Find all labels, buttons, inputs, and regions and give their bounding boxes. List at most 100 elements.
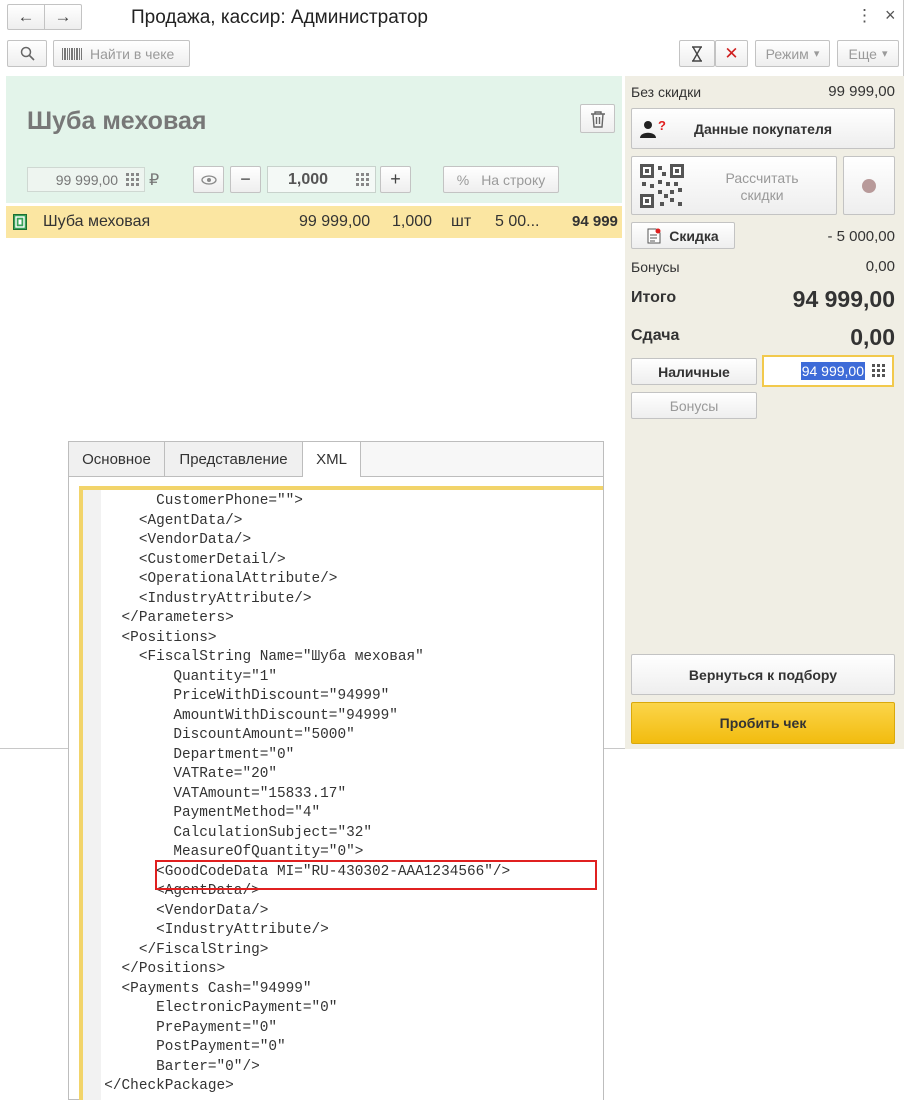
- total-label: Итого: [631, 289, 677, 306]
- cash-label: Наличные: [658, 363, 730, 380]
- xml-line: <OperationalAttribute/>: [87, 571, 338, 587]
- xml-line: Barter="0"/>: [87, 1058, 260, 1075]
- bonuses-label: Бонусы: [631, 259, 680, 275]
- xml-line: CalculationSubject="32": [87, 824, 372, 841]
- cancel-receipt-button[interactable]: ✕: [715, 40, 748, 67]
- eye-icon: [200, 174, 217, 185]
- no-discount-label: Без скидки: [631, 84, 702, 100]
- xml-line: VATAmount="15833.17": [87, 785, 347, 802]
- xml-line: </FiscalString>: [87, 941, 269, 958]
- xml-line: DiscountAmount="5000": [87, 727, 355, 743]
- increase-quantity-button[interactable]: +: [380, 166, 411, 193]
- discount-value: - 5 000,00: [827, 228, 895, 245]
- customer-data-label: Данные покупателя: [693, 120, 833, 137]
- tab-xml-label: XML: [316, 451, 347, 468]
- arrow-right-icon: →: [54, 7, 72, 26]
- xml-line: </CheckPackage>: [87, 1078, 234, 1094]
- row-quantity: 1,000: [392, 213, 433, 230]
- delete-line-button[interactable]: [580, 104, 615, 133]
- change-label: Сдача: [631, 327, 680, 344]
- xml-line: <Payments Cash="94999": [87, 980, 312, 997]
- xml-line: </Positions>: [87, 961, 226, 977]
- keypad-icon[interactable]: [872, 364, 886, 378]
- price-field[interactable]: 99 999,00: [27, 167, 145, 192]
- forward-button[interactable]: →: [44, 4, 82, 30]
- discount-button[interactable]: Скидка: [631, 222, 735, 249]
- xml-code: CustomerPhone=""> <AgentData/> <VendorDa…: [87, 490, 583, 1100]
- cash-payment-button[interactable]: Наличные: [631, 358, 757, 385]
- xml-line: ElectronicPayment="0": [87, 1000, 338, 1016]
- table-row[interactable]: Шуба меховая 99 999,00 1,000 шт 5 00... …: [6, 206, 622, 238]
- barcode-icon: [62, 47, 82, 60]
- print-receipt-label: Пробить чек: [719, 715, 807, 731]
- print-receipt-button[interactable]: Пробить чек: [631, 702, 895, 744]
- more-label: Еще: [848, 45, 877, 62]
- decrease-quantity-button[interactable]: −: [230, 166, 261, 193]
- hourglass-icon: [692, 45, 702, 62]
- highlight-frame: [155, 860, 597, 890]
- tab-main-label: Основное: [82, 450, 151, 468]
- xml-line: Quantity="1": [87, 668, 277, 685]
- discount-label: Скидка: [669, 227, 719, 244]
- xml-line: <FiscalString Name="Шуба меховая": [87, 649, 424, 665]
- view-toggle-button[interactable]: [193, 166, 224, 193]
- cash-amount-value: 94 999,00: [800, 362, 865, 380]
- cash-amount-input[interactable]: 94 999,00: [762, 355, 894, 387]
- keypad-icon[interactable]: [356, 173, 370, 187]
- xml-line: <VendorData/>: [87, 902, 269, 919]
- row-discount: 5 00...: [495, 213, 540, 230]
- close-icon[interactable]: ×: [885, 5, 896, 26]
- bonuses-payment-button[interactable]: Бонусы: [631, 392, 757, 419]
- tab-presentation-label: Представление: [179, 450, 288, 468]
- tab-main[interactable]: Основное: [69, 442, 165, 476]
- no-discount-value: 99 999,00: [828, 83, 895, 100]
- tab-presentation[interactable]: Представление: [165, 442, 303, 476]
- back-button[interactable]: ←: [7, 4, 45, 30]
- back-to-selection-button[interactable]: Вернуться к подбору: [631, 654, 895, 695]
- xml-line: <AgentData/>: [87, 512, 243, 529]
- discount-doc-icon: [647, 228, 661, 243]
- total-value: 94 999,00: [792, 286, 895, 312]
- plus-icon: +: [390, 169, 401, 189]
- quantity-value: 1,000: [288, 171, 329, 188]
- trash-icon: [590, 110, 605, 128]
- xml-line: <CustomerDetail/>: [87, 551, 286, 568]
- bonuses-button-label: Бонусы: [669, 397, 719, 414]
- deferred-button[interactable]: [679, 40, 715, 67]
- currency-symbol: ₽: [149, 172, 160, 189]
- calc-discounts-button[interactable]: Рассчитать скидки: [631, 156, 837, 215]
- row-price: 99 999,00: [299, 213, 371, 230]
- find-in-receipt-label: Найти в чеке: [90, 45, 175, 62]
- customer-data-button[interactable]: ? Данные покупателя: [631, 108, 895, 149]
- per-line-discount-button[interactable]: % На строку: [443, 166, 559, 193]
- row-sum: 94 999: [572, 213, 618, 230]
- back-to-selection-label: Вернуться к подбору: [688, 666, 838, 683]
- row-unit: шт: [451, 213, 472, 230]
- status-indicator-button[interactable]: [843, 156, 895, 215]
- quantity-field[interactable]: 1,000: [267, 166, 376, 193]
- xml-line: PaymentMethod="4": [87, 805, 321, 821]
- find-in-receipt-button[interactable]: Найти в чеке: [53, 40, 190, 67]
- calc-discounts-label: Рассчитать скидки: [725, 170, 799, 203]
- keypad-icon[interactable]: [126, 173, 140, 187]
- xml-line: VATRate="20": [87, 766, 277, 782]
- svg-text:?: ?: [658, 119, 666, 133]
- marked-goods-icon: [13, 214, 27, 230]
- bonuses-value: 0,00: [865, 258, 895, 275]
- change-value: 0,00: [850, 324, 895, 350]
- percent-icon: %: [456, 171, 470, 188]
- summary-panel: Без скидки 99 999,00 ? Данные покупателя…: [625, 76, 904, 749]
- xml-line: PriceWithDiscount="94999": [87, 688, 390, 704]
- search-icon: [20, 46, 35, 61]
- xml-line: Department="0": [87, 746, 295, 763]
- xml-line: <IndustryAttribute/>: [87, 590, 312, 607]
- mode-dropdown[interactable]: Режим ▾: [755, 40, 830, 67]
- row-name: Шуба меховая: [43, 213, 151, 230]
- more-dropdown[interactable]: Еще ▾: [837, 40, 899, 67]
- search-button[interactable]: [7, 40, 47, 67]
- xml-line: PrePayment="0": [87, 1019, 277, 1036]
- more-menu-icon[interactable]: ⋮: [856, 6, 873, 26]
- tab-xml[interactable]: XML: [303, 442, 361, 477]
- xml-editor[interactable]: CustomerPhone=""> <AgentData/> <VendorDa…: [79, 486, 603, 1100]
- window-title: Продажа, кассир: Администратор: [131, 7, 428, 28]
